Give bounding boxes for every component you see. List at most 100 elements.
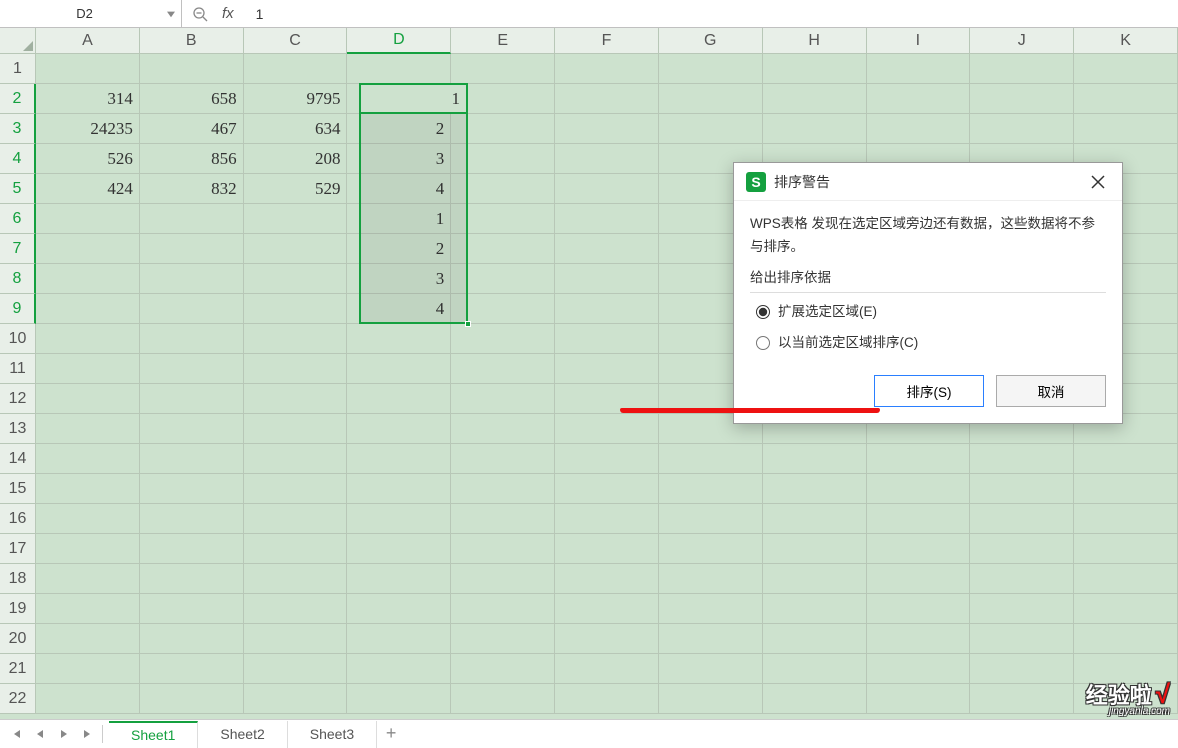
cell[interactable] — [1074, 534, 1178, 564]
cell[interactable] — [451, 414, 555, 444]
cell[interactable]: 314 — [36, 84, 140, 114]
cell[interactable] — [659, 84, 763, 114]
cell[interactable] — [244, 624, 348, 654]
cell[interactable] — [763, 654, 867, 684]
cell[interactable] — [36, 324, 140, 354]
cell[interactable] — [1074, 564, 1178, 594]
cell[interactable] — [555, 294, 659, 324]
row-header-6[interactable]: 6 — [0, 204, 36, 234]
cell[interactable] — [970, 534, 1074, 564]
cell[interactable] — [347, 624, 451, 654]
cell[interactable] — [970, 564, 1074, 594]
cell[interactable] — [555, 594, 659, 624]
cell[interactable] — [555, 144, 659, 174]
cell[interactable] — [451, 174, 555, 204]
cell[interactable] — [1074, 654, 1178, 684]
row-header-10[interactable]: 10 — [0, 324, 36, 354]
zoom-out-icon[interactable] — [192, 6, 208, 22]
cell[interactable]: 2 — [347, 234, 451, 264]
cell[interactable]: 658 — [140, 84, 244, 114]
cell[interactable] — [867, 534, 971, 564]
cell[interactable] — [555, 264, 659, 294]
col-header-A[interactable]: A — [36, 28, 140, 54]
cell[interactable] — [659, 504, 763, 534]
cell[interactable] — [451, 504, 555, 534]
dialog-titlebar[interactable]: S 排序警告 — [734, 163, 1122, 201]
cell[interactable] — [763, 84, 867, 114]
cell[interactable] — [970, 114, 1074, 144]
cell[interactable]: 424 — [36, 174, 140, 204]
cell[interactable] — [347, 594, 451, 624]
cell[interactable] — [763, 54, 867, 84]
cell[interactable] — [244, 564, 348, 594]
row-header-4[interactable]: 4 — [0, 144, 36, 174]
row-header-13[interactable]: 13 — [0, 414, 36, 444]
cell[interactable] — [970, 444, 1074, 474]
row-header-19[interactable]: 19 — [0, 594, 36, 624]
cell[interactable]: 9795 — [244, 84, 348, 114]
cell[interactable] — [555, 684, 659, 714]
cell[interactable] — [347, 684, 451, 714]
cell[interactable] — [555, 324, 659, 354]
cell[interactable] — [140, 504, 244, 534]
cell[interactable] — [555, 414, 659, 444]
cell[interactable] — [763, 474, 867, 504]
sheet-last-icon[interactable] — [76, 721, 100, 747]
cell[interactable] — [347, 384, 451, 414]
cell[interactable] — [555, 564, 659, 594]
cell[interactable]: 2 — [347, 114, 451, 144]
row-header-11[interactable]: 11 — [0, 354, 36, 384]
cell[interactable] — [451, 684, 555, 714]
cell[interactable] — [244, 324, 348, 354]
cell[interactable] — [555, 504, 659, 534]
sort-button[interactable]: 排序(S) — [874, 375, 984, 407]
col-header-B[interactable]: B — [140, 28, 244, 54]
cell[interactable] — [451, 204, 555, 234]
cell[interactable] — [659, 564, 763, 594]
cell[interactable]: 467 — [140, 114, 244, 144]
row-header-8[interactable]: 8 — [0, 264, 36, 294]
cell[interactable] — [36, 54, 140, 84]
row-header-18[interactable]: 18 — [0, 564, 36, 594]
cell[interactable] — [970, 474, 1074, 504]
cell[interactable] — [451, 294, 555, 324]
col-header-J[interactable]: J — [970, 28, 1074, 54]
cell[interactable] — [659, 684, 763, 714]
cell[interactable] — [659, 624, 763, 654]
tab-sheet1[interactable]: Sheet1 — [109, 721, 198, 748]
cell[interactable] — [347, 444, 451, 474]
cell[interactable] — [451, 264, 555, 294]
cell[interactable] — [36, 294, 140, 324]
cell[interactable] — [36, 234, 140, 264]
cell[interactable] — [555, 54, 659, 84]
cell[interactable] — [140, 234, 244, 264]
cell[interactable] — [763, 594, 867, 624]
row-header-12[interactable]: 12 — [0, 384, 36, 414]
cell[interactable] — [970, 624, 1074, 654]
cell[interactable] — [140, 534, 244, 564]
formula-input[interactable]: 1 — [244, 0, 1178, 27]
row-header-22[interactable]: 22 — [0, 684, 36, 714]
cell[interactable]: 3 — [347, 144, 451, 174]
cell[interactable] — [36, 534, 140, 564]
cell[interactable] — [36, 504, 140, 534]
cell[interactable]: 4 — [347, 294, 451, 324]
name-box[interactable]: D2 — [0, 0, 182, 27]
cell[interactable]: 856 — [140, 144, 244, 174]
cell[interactable] — [244, 384, 348, 414]
cell[interactable] — [451, 624, 555, 654]
cell[interactable] — [244, 264, 348, 294]
cell[interactable] — [555, 174, 659, 204]
cell[interactable] — [244, 534, 348, 564]
cell[interactable] — [347, 654, 451, 684]
cell[interactable] — [244, 294, 348, 324]
cell[interactable] — [36, 384, 140, 414]
cell[interactable] — [36, 654, 140, 684]
cell[interactable] — [140, 654, 244, 684]
cell[interactable] — [140, 354, 244, 384]
cancel-button[interactable]: 取消 — [996, 375, 1106, 407]
cell[interactable] — [659, 474, 763, 504]
cell[interactable] — [555, 624, 659, 654]
cell[interactable] — [451, 324, 555, 354]
cell[interactable] — [1074, 594, 1178, 624]
